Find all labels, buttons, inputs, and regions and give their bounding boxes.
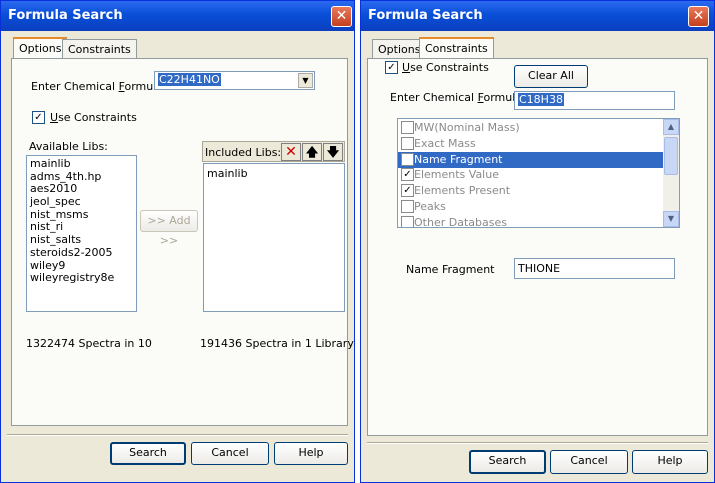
bottom-separator (7, 434, 348, 436)
available-lib-item[interactable]: jeol_spec (27, 195, 136, 209)
bottom-separator (367, 442, 708, 444)
use-constraints-label[interactable]: Use Constraints (50, 111, 137, 124)
formula-label: Enter Chemical Formula: (390, 91, 526, 104)
help-button[interactable]: Help (632, 450, 708, 474)
formula-search-window-right: Formula Search ✕ Options Constraints ✓ U… (360, 0, 715, 483)
constraints-tab-panel: ✓ Use Constraints Clear All Enter Chemic… (367, 58, 708, 436)
available-lib-item[interactable]: steroids2-2005 (27, 246, 136, 260)
included-lib-item[interactable]: mainlib (204, 167, 344, 181)
scroll-up-icon[interactable]: ▲ (663, 119, 679, 135)
help-button[interactable]: Help (274, 442, 348, 465)
scroll-thumb[interactable] (664, 137, 678, 175)
available-lib-item[interactable]: wileyregistry8e (27, 271, 136, 285)
included-spectra-count: 191436 Spectra in 1 Library (200, 337, 354, 350)
constraints-rows: MW(Nominal Mass) Exact Mass Name Fragment ✓… (398, 120, 679, 227)
search-button[interactable]: Search (110, 442, 186, 465)
tab-constraints[interactable]: Constraints (419, 37, 494, 59)
included-libs-label: Included Libs: (205, 146, 282, 159)
formula-value: C22H41NO (158, 73, 221, 86)
constraint-label: Name Fragment (414, 152, 503, 166)
included-libs-list[interactable]: mainlib (203, 163, 345, 312)
constraint-item[interactable]: MW(Nominal Mass) (398, 120, 663, 136)
tab-options[interactable]: Options (13, 37, 68, 59)
title-bar[interactable]: Formula Search ✕ (1, 1, 354, 31)
move-down-icon[interactable]: 🡇 (323, 143, 343, 161)
title-bar[interactable]: Formula Search ✕ (361, 1, 714, 31)
constraint-checkbox[interactable] (401, 121, 414, 134)
constraint-label: Peaks (414, 200, 446, 213)
clear-all-button[interactable]: Clear All (514, 65, 588, 88)
search-button[interactable]: Search (469, 450, 546, 474)
tab-constraints[interactable]: Constraints (62, 39, 137, 59)
formula-label: Enter Chemical Formula: (31, 80, 167, 93)
available-spectra-count: 1322474 Spectra in 10 (26, 337, 152, 350)
constraints-list[interactable]: MW(Nominal Mass) Exact Mass Name Fragment ✓… (397, 118, 680, 228)
constraints-scrollbar[interactable]: ▲ ▼ (663, 119, 679, 227)
constraint-item[interactable]: Other Databases (398, 215, 663, 228)
use-constraints-checkbox[interactable]: ✓ (385, 61, 398, 74)
constraint-checkbox[interactable] (401, 152, 414, 166)
cancel-button[interactable]: Cancel (550, 450, 628, 474)
constraint-label: MW(Nominal Mass) (414, 121, 520, 134)
included-libs-header: Included Libs: ✕ 🡅 🡇 (202, 141, 345, 162)
window-title: Formula Search (8, 8, 123, 23)
available-lib-item[interactable]: mainlib (27, 157, 136, 171)
constraint-label: Exact Mass (414, 136, 476, 150)
formula-value: C18H38 (518, 93, 564, 106)
available-lib-item[interactable]: nist_salts (27, 233, 136, 247)
constraint-item[interactable]: ✓ Elements Present (398, 183, 663, 199)
use-constraints-checkbox[interactable]: ✓ (32, 111, 45, 124)
formula-input[interactable]: C18H38 (514, 91, 675, 110)
add-button[interactable]: >> Add >> (140, 210, 198, 247)
formula-combobox[interactable]: C22H41NO ▼ (154, 71, 315, 90)
close-icon[interactable]: ✕ (688, 6, 709, 27)
constraint-checkbox[interactable]: ✓ (401, 184, 414, 198)
window-title: Formula Search (368, 8, 483, 23)
constraint-checkbox[interactable] (401, 136, 414, 150)
name-fragment-input[interactable]: THIONE (514, 258, 675, 279)
name-fragment-label: Name Fragment (406, 263, 495, 276)
constraint-checkbox[interactable] (401, 200, 414, 213)
options-tab-panel: Enter Chemical Formula: C22H41NO ▼ ✓ Use… (11, 58, 354, 426)
close-icon[interactable]: ✕ (331, 6, 352, 27)
constraint-checkbox[interactable]: ✓ (401, 168, 414, 182)
remove-icon[interactable]: ✕ (281, 143, 301, 161)
chevron-down-icon[interactable]: ▼ (298, 73, 313, 88)
available-libs-list[interactable]: mainlib adms_4th.hp aes2010 jeol_spec nist_m… (26, 155, 137, 312)
constraint-checkbox[interactable] (401, 215, 414, 227)
constraint-item[interactable]: Name Fragment (398, 151, 663, 168)
move-up-icon[interactable]: 🡅 (302, 143, 322, 161)
scroll-down-icon[interactable]: ▼ (663, 211, 679, 227)
constraint-item[interactable]: ✓ Elements Value (398, 167, 663, 183)
cancel-button[interactable]: Cancel (191, 442, 269, 465)
formula-search-window-left: Formula Search ✕ Options Constraints Ent… (0, 0, 355, 483)
use-constraints-label[interactable]: Use Constraints (402, 61, 489, 74)
constraint-item[interactable]: Exact Mass (398, 136, 663, 152)
constraint-item[interactable]: Peaks (398, 199, 663, 215)
constraint-label: Elements Value (414, 168, 499, 182)
constraint-label: Elements Present (414, 184, 511, 198)
constraint-label: Other Databases (414, 215, 507, 228)
available-libs-label: Available Libs: (29, 140, 108, 153)
